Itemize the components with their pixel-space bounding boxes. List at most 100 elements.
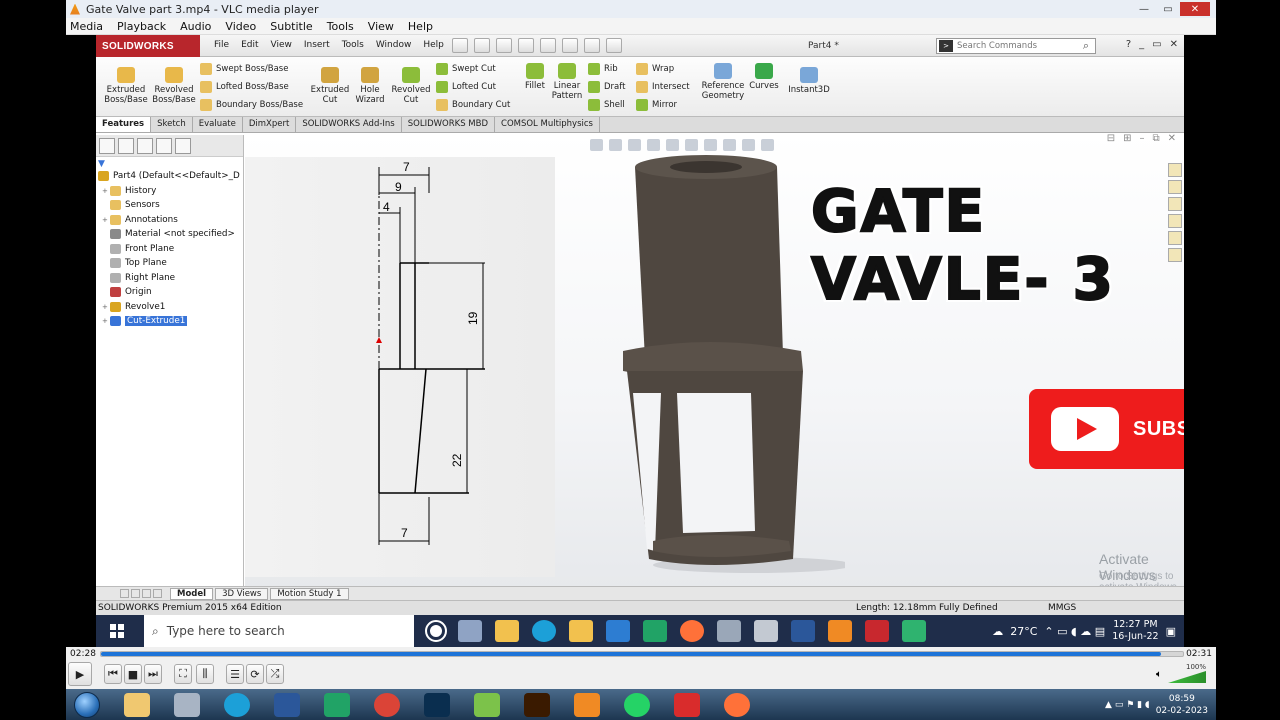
fullscreen-button[interactable]: ⛶	[174, 664, 192, 684]
shell-button[interactable]: Shell	[588, 99, 625, 111]
appearances-icon[interactable]	[1168, 231, 1182, 245]
tree-item-top-plane[interactable]: Top Plane	[96, 256, 243, 271]
tab-comsol[interactable]: COMSOL Multiphysics	[495, 117, 600, 132]
linear-pattern-button[interactable]: Linear Pattern	[550, 63, 584, 101]
extruded-cut-button[interactable]: Extruded Cut	[308, 67, 352, 105]
menu-media[interactable]: Media	[70, 20, 103, 33]
lofted-cut-button[interactable]: Lofted Cut	[436, 81, 496, 93]
shuffle-button[interactable]: ⤮	[266, 664, 284, 684]
swept-cut-button[interactable]: Swept Cut	[436, 63, 496, 75]
edge-icon[interactable]	[224, 692, 250, 717]
boundary-boss-button[interactable]: Boundary Boss/Base	[200, 99, 303, 111]
first-tab-icon[interactable]	[120, 589, 129, 598]
tray-icons[interactable]: ▲ ▭ ⚑ ▮ ◖	[1105, 700, 1150, 710]
custom-properties-icon[interactable]	[1168, 248, 1182, 262]
loop-button[interactable]: ⟳	[246, 664, 264, 684]
menu-playback[interactable]: Playback	[117, 20, 166, 33]
draft-button[interactable]: Draft	[588, 81, 625, 93]
display-manager-icon[interactable]	[175, 138, 191, 154]
viewport-close-icon[interactable]: ✕	[1168, 133, 1176, 144]
last-tab-icon[interactable]	[153, 589, 162, 598]
dim-text-top[interactable]: 7	[403, 160, 410, 174]
feature-tree-icon[interactable]	[99, 138, 115, 154]
undo-icon[interactable]	[540, 38, 556, 53]
speaker-icon[interactable]: 🔈︎	[1156, 669, 1162, 680]
menu-subtitle[interactable]: Subtitle	[270, 20, 312, 33]
tree-item-front-plane[interactable]: Front Plane	[96, 242, 243, 257]
solidworks-taskbar-icon[interactable]	[865, 620, 889, 642]
display-style-icon[interactable]	[685, 139, 698, 151]
menu-view[interactable]: View	[368, 20, 394, 33]
view-orientation-icon[interactable]	[666, 139, 679, 151]
viewport-minimize-icon[interactable]: –	[1139, 133, 1144, 144]
tree-item-origin[interactable]: Origin	[96, 285, 243, 300]
tree-item-material[interactable]: Material <not specified>	[96, 227, 243, 242]
sw-menu-view[interactable]: View	[271, 40, 292, 50]
notification-icon[interactable]: ▣	[1166, 625, 1176, 638]
revolved-cut-button[interactable]: Revolved Cut	[388, 67, 434, 105]
taskbar-clock[interactable]: 12:27 PM 16-Jun-22	[1112, 619, 1158, 643]
swept-boss-button[interactable]: Swept Boss/Base	[200, 63, 288, 75]
wrap-button[interactable]: Wrap	[636, 63, 674, 75]
tab-3d-views[interactable]: 3D Views	[215, 587, 269, 600]
close-button[interactable]: ✕	[1180, 2, 1210, 16]
app-icon[interactable]	[902, 620, 926, 642]
sw-menu-help[interactable]: Help	[423, 40, 444, 50]
tree-item-sensors[interactable]: Sensors	[96, 198, 243, 213]
subscribe-button[interactable]: SUBSCRIBE	[1029, 389, 1184, 469]
next-button[interactable]: ⏭	[144, 664, 162, 684]
mail-icon[interactable]	[606, 620, 630, 642]
design-library-icon[interactable]	[1168, 180, 1182, 194]
rebuild-icon[interactable]	[584, 38, 600, 53]
acrobat-icon[interactable]	[674, 692, 700, 717]
tab-motion-study[interactable]: Motion Study 1	[270, 587, 349, 600]
hide-show-icon[interactable]	[704, 139, 717, 151]
view-settings-icon[interactable]	[761, 139, 774, 151]
sw-close-button[interactable]: ✕	[1170, 39, 1178, 50]
prev-tab-icon[interactable]	[131, 589, 140, 598]
menu-help[interactable]: Help	[408, 20, 433, 33]
playlist-button[interactable]: ☰	[226, 664, 244, 684]
start-orb-icon[interactable]	[74, 691, 100, 718]
illustrator-icon[interactable]	[524, 692, 550, 717]
sw-minimize-button[interactable]: _	[1139, 39, 1144, 50]
menu-video[interactable]: Video	[225, 20, 256, 33]
firefox-icon[interactable]	[680, 620, 704, 642]
viewport-restore-icon[interactable]: ⧉	[1152, 133, 1159, 144]
resources-icon[interactable]	[1168, 163, 1182, 177]
extruded-boss-button[interactable]: Extruded Boss/Base	[104, 67, 148, 105]
extended-settings-button[interactable]: ⫼	[196, 664, 214, 684]
config-manager-icon[interactable]	[137, 138, 153, 154]
tree-item-annotations[interactable]: + Annotations	[96, 213, 243, 228]
play-button[interactable]: ▶	[68, 662, 92, 686]
sw-menu-tools[interactable]: Tools	[342, 40, 364, 50]
app-icon[interactable]	[174, 692, 200, 717]
sw-menu-insert[interactable]: Insert	[304, 40, 330, 50]
search-icon[interactable]: ⌕	[1083, 39, 1089, 53]
store-icon[interactable]	[495, 620, 519, 642]
zoom-area-icon[interactable]	[609, 139, 622, 151]
app-icon[interactable]	[474, 692, 500, 717]
search-commands-input[interactable]: > Search Commands ⌕	[936, 38, 1096, 54]
mirror-button[interactable]: Mirror	[636, 99, 677, 111]
graphics-viewport[interactable]: ⊟ ⊞ – ⧉ ✕ 7 9 4 19 22 7 GATE VAVLE- 3 SU…	[245, 133, 1184, 593]
open-icon[interactable]	[474, 38, 490, 53]
save-icon[interactable]	[496, 38, 512, 53]
volume-slider[interactable]: 🔈︎ 100%	[1156, 663, 1206, 683]
boundary-cut-button[interactable]: Boundary Cut	[436, 99, 510, 111]
excel-icon[interactable]	[324, 692, 350, 717]
tab-evaluate[interactable]: Evaluate	[193, 117, 243, 132]
unit-system[interactable]: MMGS	[1048, 603, 1076, 613]
sw-menu-file[interactable]: File	[214, 40, 229, 50]
menu-audio[interactable]: Audio	[180, 20, 211, 33]
tree-item-history[interactable]: + History	[96, 184, 243, 199]
file-explorer-icon[interactable]	[569, 620, 593, 642]
file-explorer-icon[interactable]	[1168, 197, 1182, 211]
word-icon[interactable]	[791, 620, 815, 642]
tree-item-right-plane[interactable]: Right Plane	[96, 271, 243, 286]
tree-item-part[interactable]: Part4 (Default<<Default>_D	[96, 169, 243, 184]
explorer-icon[interactable]	[124, 692, 150, 717]
excel-icon[interactable]	[643, 620, 667, 642]
whatsapp-icon[interactable]	[624, 692, 650, 717]
previous-button[interactable]: ⏮	[104, 664, 122, 684]
